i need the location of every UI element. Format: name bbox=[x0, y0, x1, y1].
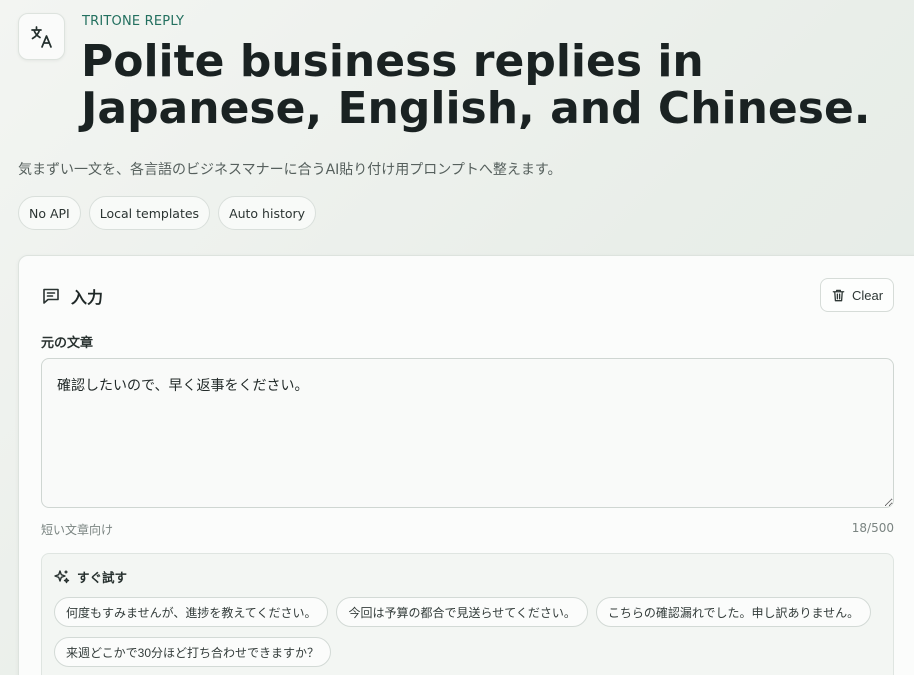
sample-chip[interactable]: 来週どこかで30分ほど打ち合わせできますか？ bbox=[54, 637, 331, 667]
quick-try-header: すぐ試す bbox=[54, 567, 127, 586]
page-title: Polite business replies in Japanese, Eng… bbox=[81, 36, 871, 134]
badge-no-api: No API bbox=[18, 196, 81, 230]
quick-try-panel: すぐ試す 何度もすみませんが、進捗を教えてください。 今回は予算の都合で見送らせ… bbox=[41, 553, 894, 675]
clear-button-label: Clear bbox=[851, 287, 884, 303]
quick-try-title: すぐ試す bbox=[77, 570, 128, 585]
page-subtitle: 気まずい一文を、各言語のビジネスマナーに合うAI貼り付け用プロンプトへ整えます。 bbox=[18, 162, 562, 178]
badge-auto-history: Auto history bbox=[218, 196, 317, 230]
app-name: TRITONE REPLY bbox=[82, 14, 185, 29]
sample-chip[interactable]: こちらの確認漏れでした。申し訳ありません。 bbox=[595, 597, 872, 627]
sample-list: 何度もすみませんが、進捗を教えてください。 今回は予算の都合で見送らせてください… bbox=[54, 597, 884, 667]
input-card: 入力 Clear 元の文章 確認したいので、早く返事をください。 短い文章向け … bbox=[18, 255, 914, 675]
input-card-title: 入力 bbox=[71, 288, 104, 307]
sample-chip[interactable]: 何度もすみませんが、進捗を教えてください。 bbox=[54, 597, 329, 627]
badge-local-templates: Local templates bbox=[88, 196, 211, 230]
source-text-input[interactable]: 確認したいので、早く返事をください。 bbox=[41, 358, 894, 508]
input-card-header: 入力 bbox=[41, 284, 103, 308]
char-counter: 18/500 bbox=[851, 521, 894, 535]
feature-badges: No API Local templates Auto history bbox=[18, 196, 317, 230]
trash-icon bbox=[832, 289, 845, 301]
translate-icon bbox=[30, 25, 52, 48]
source-text-label: 元の文章 bbox=[41, 336, 94, 351]
input-hint: 短い文章向け bbox=[41, 523, 114, 537]
clear-button[interactable]: Clear bbox=[820, 278, 894, 312]
sample-chip[interactable]: 今回は予算の都合で見送らせてください。 bbox=[336, 597, 588, 627]
app-logo bbox=[18, 13, 65, 60]
sparkle-icon bbox=[54, 569, 70, 583]
message-icon bbox=[43, 288, 59, 304]
